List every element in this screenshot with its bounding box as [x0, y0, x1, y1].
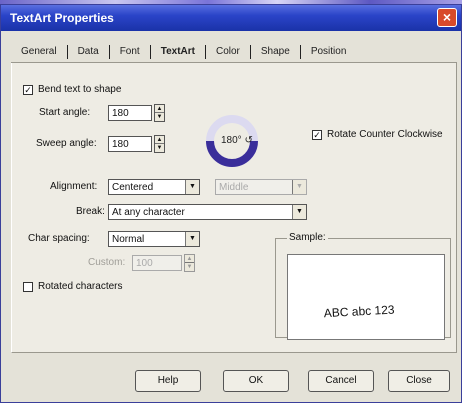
tab-general[interactable]: General: [11, 44, 68, 59]
sample-group: ABC abc 123: [275, 238, 451, 340]
spinner-down-icon[interactable]: ▼: [155, 144, 164, 152]
ok-button[interactable]: OK: [223, 370, 289, 392]
sample-text: ABC abc 123: [323, 302, 395, 320]
alignment-label: Alignment:: [50, 181, 98, 192]
char-spacing-select[interactable]: Normal ▼: [108, 231, 200, 247]
sample-title: Sample:: [287, 232, 328, 243]
tab-textart[interactable]: TextArt: [151, 44, 206, 59]
spinner-up-icon[interactable]: ▲: [155, 136, 164, 144]
rotated-characters-checkbox[interactable]: [23, 282, 33, 292]
start-angle-input[interactable]: 180: [108, 105, 152, 121]
bend-text-label: Bend text to shape: [38, 84, 122, 95]
sweep-angle-spinner[interactable]: ▲ ▼: [154, 135, 165, 153]
textart-properties-dialog: TextArt Properties × General Data Font T…: [0, 4, 462, 403]
textart-panel: ✓ Bend text to shape Start angle: 180 ▲ …: [11, 63, 457, 353]
chevron-down-icon: ▼: [292, 180, 306, 194]
break-label: Break:: [76, 206, 105, 217]
rotate-ccw-label: Rotate Counter Clockwise: [327, 129, 443, 140]
alignment-value: Centered: [112, 182, 154, 193]
start-angle-label: Start angle:: [39, 107, 91, 118]
rotate-ccw-checkbox[interactable]: ✓: [312, 130, 322, 140]
sample-preview: ABC abc 123: [287, 254, 445, 340]
sample-text-art: ABC abc 123: [323, 302, 395, 320]
char-spacing-label: Char spacing:: [28, 233, 90, 244]
vertical-alignment-value: Middle: [219, 182, 249, 193]
spinner-down-icon[interactable]: ▼: [155, 113, 164, 121]
chevron-down-icon[interactable]: ▼: [185, 180, 199, 194]
spinner-up-icon[interactable]: ▲: [155, 105, 164, 113]
break-select[interactable]: At any character ▼: [108, 204, 307, 220]
break-value: At any character: [112, 207, 185, 218]
sweep-angle-input[interactable]: 180: [108, 136, 152, 152]
help-button[interactable]: Help: [135, 370, 201, 392]
close-button[interactable]: Close: [388, 370, 450, 392]
custom-spacing-input: 100: [132, 255, 182, 271]
spinner-up-icon: ▲: [185, 256, 194, 263]
tab-color[interactable]: Color: [206, 44, 251, 59]
cancel-button[interactable]: Cancel: [308, 370, 374, 392]
rotated-characters-label: Rotated characters: [38, 281, 123, 292]
char-spacing-value: Normal: [112, 234, 145, 245]
dial-readout: 180° ↺: [221, 135, 253, 146]
close-icon[interactable]: ×: [437, 8, 457, 27]
title-bar: TextArt Properties ×: [1, 5, 461, 31]
dialog-title: TextArt Properties: [10, 11, 114, 25]
custom-spacing-spinner: ▲ ▼: [184, 254, 195, 272]
chevron-down-icon[interactable]: ▼: [292, 205, 306, 219]
sweep-angle-label: Sweep angle:: [36, 138, 97, 149]
tab-font[interactable]: Font: [110, 44, 151, 59]
custom-label: Custom:: [88, 257, 126, 268]
bend-text-checkbox[interactable]: ✓: [23, 85, 33, 95]
tab-strip: General Data Font TextArt Color Shape Po…: [11, 41, 457, 63]
tab-shape[interactable]: Shape: [251, 44, 301, 59]
alignment-select[interactable]: Centered ▼: [108, 179, 200, 195]
chevron-down-icon[interactable]: ▼: [185, 232, 199, 246]
tab-data[interactable]: Data: [68, 44, 110, 59]
spinner-down-icon: ▼: [186, 264, 193, 270]
start-angle-spinner[interactable]: ▲ ▼: [154, 104, 165, 122]
tab-position[interactable]: Position: [301, 45, 357, 59]
vertical-alignment-select: Middle ▼: [215, 179, 307, 195]
